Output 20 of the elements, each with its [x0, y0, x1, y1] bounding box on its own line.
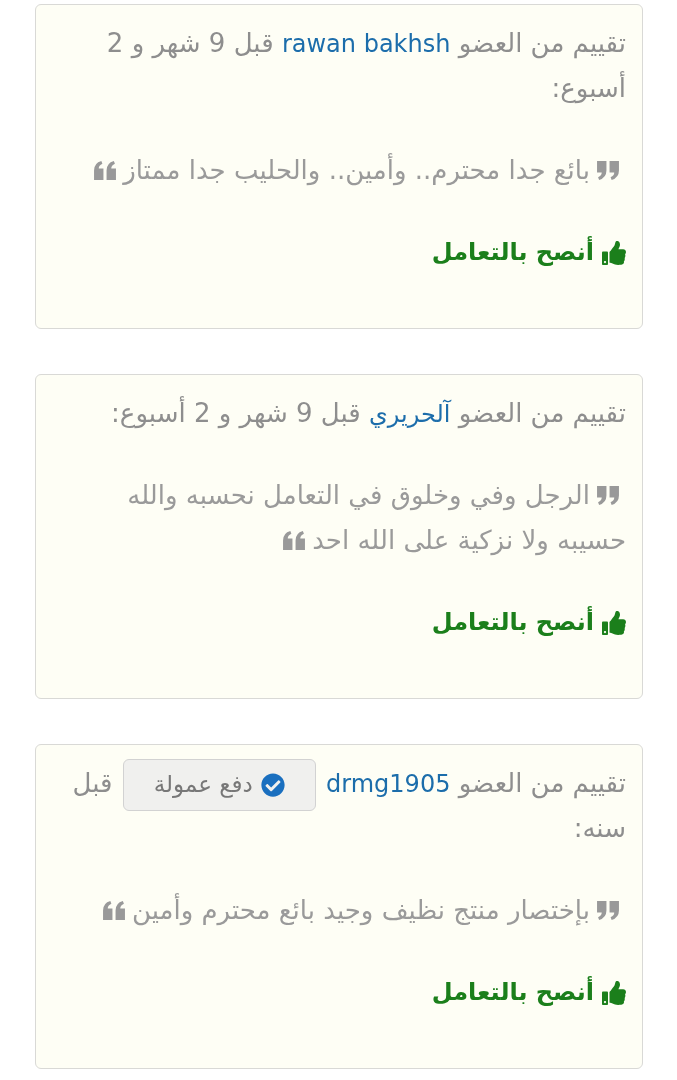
quote-mark-icon	[93, 160, 118, 181]
member-link[interactable]: آلحريري	[369, 400, 451, 428]
thumbs-up-icon	[602, 980, 626, 1005]
badge-label: دفع عمولة	[153, 773, 253, 796]
member-link[interactable]: rawan bakhsh	[281, 30, 451, 58]
review-header: تقييم من العضو آلحريري قبل 9 شهر و 2 أسبوع:	[110, 395, 626, 431]
quote-mark-icon	[596, 160, 620, 181]
recommend-label: أنصح بالتعامل	[431, 235, 594, 268]
member-link[interactable]: drmg1905	[326, 770, 451, 798]
thumbs-up-icon	[602, 240, 626, 265]
review-quote: الرجل وفي وخلوق في التعامل نحسبه والله حسيبه ولا نزكية على الله احد	[126, 479, 626, 558]
thumbs-up-icon	[602, 610, 626, 635]
quote-mark-icon	[596, 900, 620, 921]
quote-mark-icon	[596, 485, 620, 506]
quote-mark-icon	[101, 900, 126, 921]
quote-mark-icon	[282, 530, 307, 551]
review-quote: بائع جدا محترم.. وأمين.. والحليب جدا ممتاز	[52, 148, 626, 193]
recommend-label: أنصح بالتعامل	[431, 605, 594, 638]
review-quote: بإختصار منتج نظيف وجيد بائع محترم وأمين	[52, 888, 626, 933]
recommend-label: أنصح بالتعامل	[431, 975, 594, 1008]
